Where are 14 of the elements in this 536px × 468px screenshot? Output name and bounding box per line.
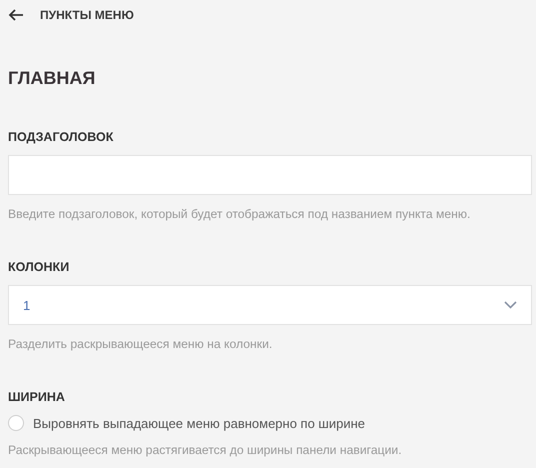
back-arrow-icon[interactable] xyxy=(8,9,24,21)
back-link[interactable]: ПУНКТЫ МЕНЮ xyxy=(40,8,134,22)
field-label: ПОДЗАГОЛОВОК xyxy=(8,129,114,146)
help-text: Разделить раскрывающееся меню на колонки. xyxy=(8,336,274,352)
field-label: КОЛОНКИ xyxy=(8,259,70,276)
option-label[interactable]: Выровнять выпадающее меню равномерно по ширине xyxy=(33,416,366,430)
help-text: Раскрывающееся меню растягивается до ширины панели навигации. xyxy=(8,442,403,458)
help-text: Введите подзаголовок, который будет отображаться под названием пункта меню. xyxy=(8,206,472,222)
chevron-down-icon xyxy=(504,301,517,309)
field-label: ШИРИНА xyxy=(8,389,66,406)
radio-button[interactable] xyxy=(8,415,24,431)
input-field[interactable] xyxy=(8,155,532,195)
dropdown[interactable]: 1 xyxy=(8,285,532,325)
section-title: ГЛАВНАЯ xyxy=(8,67,96,90)
